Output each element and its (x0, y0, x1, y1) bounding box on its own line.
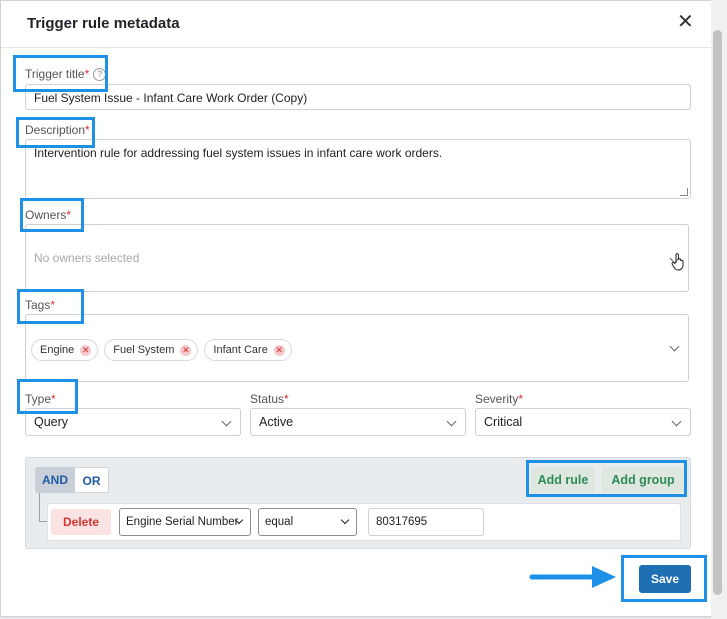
remove-tag-icon[interactable]: ✕ (273, 344, 285, 356)
and-toggle-button[interactable]: AND (35, 467, 75, 493)
scrollbar-thumb[interactable] (713, 30, 722, 595)
type-label-text: Type (25, 392, 52, 406)
rule-field-value: Engine Serial Number (126, 516, 239, 528)
remove-tag-icon[interactable]: ✕ (80, 344, 92, 356)
delete-rule-button[interactable]: Delete (51, 509, 111, 535)
close-icon[interactable]: ✕ (677, 12, 694, 32)
severity-value: Critical (484, 415, 523, 429)
add-rule-button[interactable]: Add rule (531, 467, 595, 493)
save-button[interactable]: Save (639, 565, 691, 593)
trigger-title-label: Trigger title*? (25, 67, 107, 82)
chevron-down-icon (446, 416, 457, 427)
rule-field-select[interactable]: Engine Serial Number (119, 508, 251, 536)
required-mark: * (518, 392, 524, 406)
tag-chip: Engine ✕ (31, 339, 99, 361)
resize-handle-icon[interactable] (680, 188, 688, 196)
required-mark: * (50, 298, 56, 312)
chevron-down-icon[interactable] (669, 341, 680, 352)
tag-chip: Infant Care ✕ (204, 339, 292, 361)
trigger-title-input[interactable]: Fuel System Issue - Infant Care Work Ord… (25, 84, 691, 110)
required-mark: * (284, 392, 289, 406)
required-mark: * (66, 208, 72, 222)
severity-label: Severity* (475, 392, 523, 406)
chevron-down-icon (221, 416, 232, 427)
chevron-down-icon (340, 515, 350, 525)
trigger-title-label-text: Trigger title (25, 67, 85, 81)
owners-select[interactable]: No owners selected (25, 224, 689, 292)
tag-label: Engine (40, 344, 75, 356)
remove-tag-icon[interactable]: ✕ (180, 344, 192, 356)
description-label: Description* (25, 123, 90, 137)
tags-select[interactable]: Engine ✕ Fuel System ✕ Infant Care ✕ (25, 314, 689, 382)
description-value: Intervention rule for addressing fuel sy… (34, 146, 443, 160)
required-mark: * (85, 123, 90, 137)
severity-select[interactable]: Critical (475, 408, 691, 436)
type-label: Type* (25, 392, 56, 406)
trigger-rule-dialog: Trigger rule metadata ✕ Trigger title*? … (0, 0, 712, 617)
owners-placeholder: No owners selected (34, 251, 140, 265)
description-textarea[interactable]: Intervention rule for addressing fuel sy… (25, 139, 691, 199)
help-icon[interactable]: ? (93, 68, 107, 82)
add-group-button[interactable]: Add group (602, 467, 684, 493)
rule-value: 80317695 (376, 516, 428, 528)
rule-value-input[interactable]: 80317695 (368, 508, 484, 536)
description-label-text: Description (25, 123, 86, 137)
dialog-title: Trigger rule metadata (27, 15, 180, 32)
hand-cursor-icon (671, 253, 684, 271)
tag-chip: Fuel System ✕ (104, 339, 199, 361)
rule-operator-select[interactable]: equal (258, 508, 357, 536)
tag-label: Infant Care (213, 344, 268, 356)
or-toggle-button[interactable]: OR (75, 467, 109, 493)
tag-label: Fuel System (113, 344, 175, 356)
rule-operator-value: equal (265, 516, 294, 528)
tags-label: Tags* (25, 298, 55, 312)
arrow-right-icon (529, 566, 616, 588)
type-value: Query (34, 415, 69, 429)
dialog-header: Trigger rule metadata ✕ (1, 1, 711, 48)
required-mark: * (51, 392, 56, 406)
status-select[interactable]: Active (250, 408, 466, 436)
chevron-down-icon (671, 416, 682, 427)
severity-label-text: Severity (475, 392, 519, 406)
required-mark: * (84, 67, 90, 81)
owners-label-text: Owners (25, 208, 67, 222)
status-label-text: Status (250, 392, 285, 406)
tag-list: Engine ✕ Fuel System ✕ Infant Care ✕ (31, 339, 298, 361)
status-value: Active (259, 415, 294, 429)
trigger-title-value: Fuel System Issue - Infant Care Work Ord… (34, 91, 308, 105)
owners-label: Owners* (25, 208, 71, 222)
tags-label-text: Tags (25, 298, 51, 312)
type-select[interactable]: Query (25, 408, 241, 436)
status-label: Status* (250, 392, 289, 406)
